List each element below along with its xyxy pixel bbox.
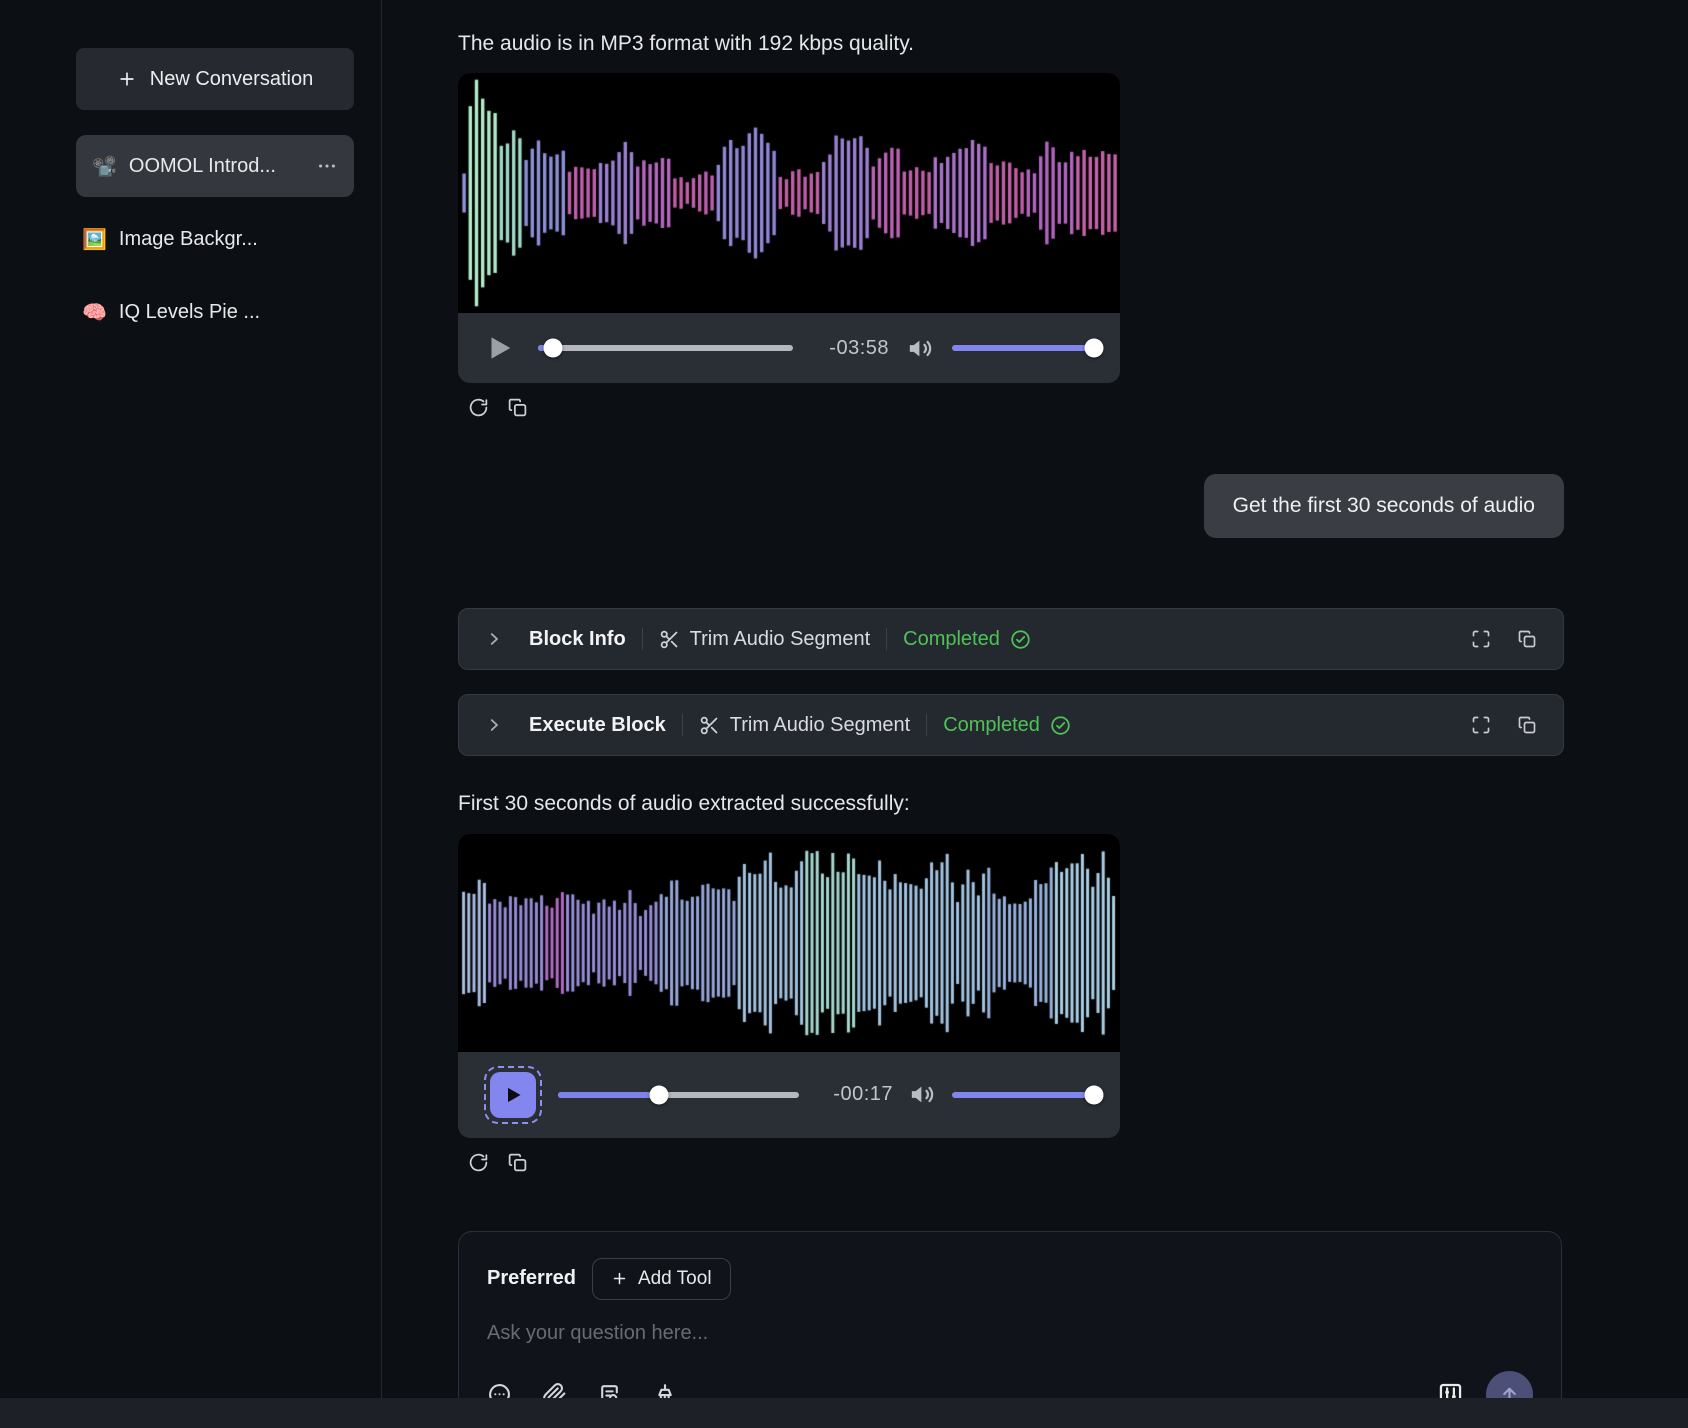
volume-fill xyxy=(952,345,1094,351)
conversation-item-iq[interactable]: 🧠 IQ Levels Pie ... xyxy=(76,292,354,332)
time-remaining: -03:58 xyxy=(811,337,889,360)
conversation-emoji: 🖼️ xyxy=(82,227,107,252)
check-circle-icon xyxy=(1010,629,1031,650)
tool-name-label: Trim Audio Segment xyxy=(690,628,870,651)
volume-thumb[interactable] xyxy=(1085,339,1104,358)
divider xyxy=(926,714,927,736)
bottom-bar xyxy=(0,1398,1688,1428)
volume-thumb[interactable] xyxy=(1085,1085,1104,1104)
tool-name: Trim Audio Segment xyxy=(699,714,910,737)
divider xyxy=(642,628,643,650)
play-button-focus-ring xyxy=(484,1066,542,1124)
block-actions xyxy=(1471,629,1537,649)
waveform-canvas-2 xyxy=(458,834,1120,1052)
block-title: Block Info xyxy=(529,628,626,651)
chevron-right-icon[interactable] xyxy=(485,630,503,648)
fullscreen-button[interactable] xyxy=(1471,715,1491,735)
waveform-canvas-1 xyxy=(458,73,1120,313)
conversation-title: IQ Levels Pie ... xyxy=(119,301,260,324)
play-button[interactable] xyxy=(490,1072,536,1118)
conversation-emoji: 🧠 xyxy=(82,300,107,325)
assistant-message-1: The audio is in MP3 format with 192 kbps… xyxy=(458,30,1564,57)
copy-button[interactable] xyxy=(507,397,528,418)
divider xyxy=(682,714,683,736)
message-actions-2 xyxy=(468,1152,1564,1173)
conversation-list: 📽️ OOMOL Introd... 🖼️ Image Backgr... 🧠 … xyxy=(76,135,354,332)
conversation-title: OOMOL Introd... xyxy=(129,155,276,178)
audio-player-1: -03:58 xyxy=(458,73,1120,383)
tool-name: Trim Audio Segment xyxy=(659,628,870,651)
regenerate-button[interactable] xyxy=(468,397,489,418)
block-title: Execute Block xyxy=(529,714,666,737)
new-conversation-label: New Conversation xyxy=(150,68,313,91)
status-label: Completed xyxy=(903,628,1000,651)
play-button[interactable] xyxy=(484,333,520,363)
volume-icon[interactable] xyxy=(909,1081,936,1108)
progress-thumb[interactable] xyxy=(544,339,563,358)
status-completed: Completed xyxy=(903,628,1031,651)
divider xyxy=(886,628,887,650)
scissors-icon xyxy=(659,629,680,650)
volume-icon[interactable] xyxy=(907,335,934,362)
tool-block-info[interactable]: Block Info Trim Audio Segment Completed xyxy=(458,608,1564,670)
user-message-bubble: Get the first 30 seconds of audio xyxy=(1204,474,1564,538)
progress-thumb[interactable] xyxy=(650,1085,669,1104)
add-tool-label: Add Tool xyxy=(638,1268,712,1290)
conversation-emoji: 📽️ xyxy=(92,154,117,179)
progress-bar[interactable] xyxy=(538,345,793,351)
copy-button[interactable] xyxy=(507,1152,528,1173)
time-remaining: -00:17 xyxy=(815,1083,893,1106)
conversation-item-image[interactable]: 🖼️ Image Backgr... xyxy=(76,219,354,259)
preferred-label: Preferred xyxy=(487,1267,576,1290)
composer-input[interactable] xyxy=(487,1322,1533,1345)
block-actions xyxy=(1471,715,1537,735)
progress-fill xyxy=(558,1092,659,1098)
check-circle-icon xyxy=(1050,715,1071,736)
app-root: New Conversation 📽️ OOMOL Introd... 🖼️ I… xyxy=(0,0,1688,1428)
audio-controls-1: -03:58 xyxy=(458,313,1120,383)
volume-slider[interactable] xyxy=(952,345,1094,351)
audio-controls-2: -00:17 xyxy=(458,1052,1120,1138)
conversation-title: Image Backgr... xyxy=(119,228,258,251)
audio-player-2: -00:17 xyxy=(458,834,1120,1138)
fullscreen-button[interactable] xyxy=(1471,629,1491,649)
status-completed: Completed xyxy=(943,714,1071,737)
message-actions-1 xyxy=(468,397,1564,418)
new-conversation-button[interactable]: New Conversation xyxy=(76,48,354,110)
chevron-right-icon[interactable] xyxy=(485,716,503,734)
copy-button[interactable] xyxy=(1517,629,1537,649)
regenerate-button[interactable] xyxy=(468,1152,489,1173)
chat-area: The audio is in MP3 format with 192 kbps… xyxy=(382,0,1688,1428)
conversation-menu-icon[interactable] xyxy=(316,155,338,177)
volume-fill xyxy=(952,1092,1094,1098)
volume-slider[interactable] xyxy=(952,1092,1094,1098)
plus-icon xyxy=(611,1270,628,1287)
plus-icon xyxy=(117,69,137,89)
status-label: Completed xyxy=(943,714,1040,737)
assistant-message-2: First 30 seconds of audio extracted succ… xyxy=(458,790,1564,817)
progress-bar[interactable] xyxy=(558,1092,799,1098)
tool-block-execute[interactable]: Execute Block Trim Audio Segment Complet… xyxy=(458,694,1564,756)
conversation-item-oomol[interactable]: 📽️ OOMOL Introd... xyxy=(76,135,354,197)
copy-button[interactable] xyxy=(1517,715,1537,735)
sidebar: New Conversation 📽️ OOMOL Introd... 🖼️ I… xyxy=(0,0,382,1428)
scissors-icon xyxy=(699,715,720,736)
add-tool-button[interactable]: Add Tool xyxy=(592,1258,731,1300)
tool-name-label: Trim Audio Segment xyxy=(730,714,910,737)
